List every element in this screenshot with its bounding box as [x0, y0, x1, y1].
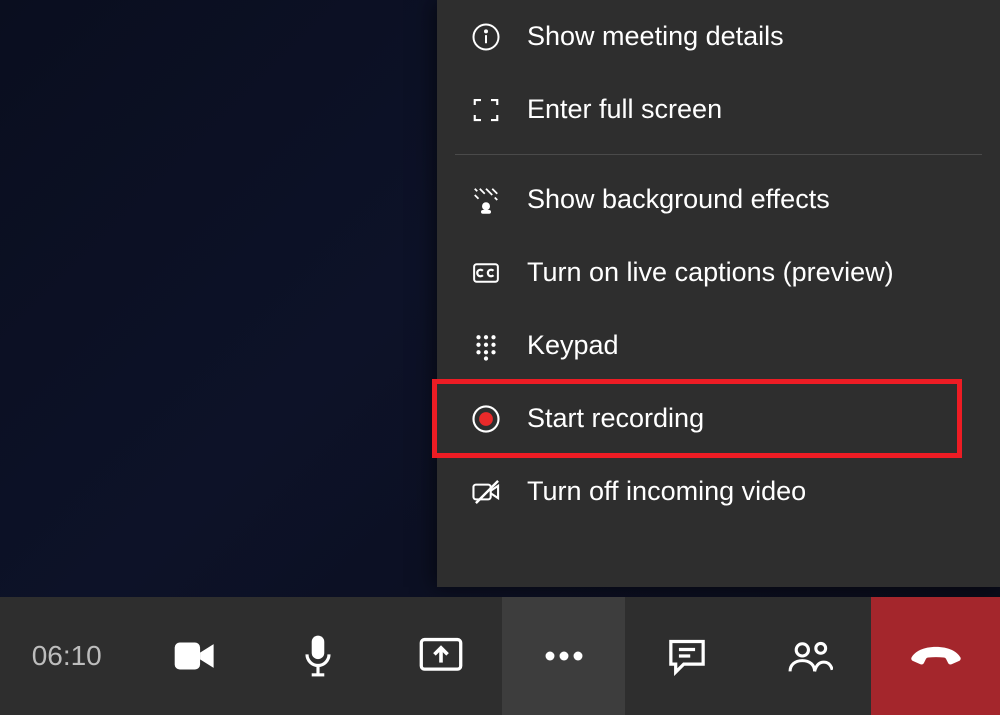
menu-item-meeting-details[interactable]: Show meeting details [437, 0, 1000, 73]
camera-button[interactable] [133, 597, 256, 715]
menu-item-live-captions[interactable]: Turn on live captions (preview) [437, 236, 1000, 309]
video-off-icon [471, 477, 515, 507]
toolbar-buttons [133, 597, 871, 715]
chat-button[interactable] [625, 597, 748, 715]
more-actions-button[interactable] [502, 597, 625, 715]
share-screen-icon [418, 636, 464, 676]
chat-icon [666, 636, 708, 676]
menu-item-label: Show meeting details [527, 21, 784, 52]
microphone-button[interactable] [256, 597, 379, 715]
menu-item-label: Turn off incoming video [527, 476, 806, 507]
menu-item-label: Keypad [527, 330, 619, 361]
menu-item-label: Show background effects [527, 184, 830, 215]
menu-item-fullscreen[interactable]: Enter full screen [437, 73, 1000, 146]
menu-item-label: Start recording [527, 403, 704, 434]
background-effects-icon [471, 185, 515, 215]
record-icon [471, 404, 515, 434]
menu-divider [455, 154, 982, 155]
menu-item-label: Turn on live captions (preview) [527, 257, 894, 288]
menu-item-background-effects[interactable]: Show background effects [437, 163, 1000, 236]
call-timer: 06:10 [0, 640, 133, 672]
microphone-icon [301, 634, 335, 678]
menu-item-start-recording[interactable]: Start recording [437, 382, 1000, 455]
info-icon [471, 22, 515, 52]
captions-icon [471, 258, 515, 288]
people-icon [787, 636, 833, 676]
menu-item-keypad[interactable]: Keypad [437, 309, 1000, 382]
people-button[interactable] [748, 597, 871, 715]
menu-item-turn-off-incoming-video[interactable]: Turn off incoming video [437, 455, 1000, 528]
menu-item-label: Enter full screen [527, 94, 722, 125]
hangup-button[interactable] [871, 597, 1000, 715]
keypad-icon [471, 331, 515, 361]
meeting-toolbar: 06:10 [0, 597, 1000, 715]
fullscreen-icon [471, 95, 515, 125]
more-actions-menu: Show meeting details Enter full screen S… [437, 0, 1000, 587]
share-button[interactable] [379, 597, 502, 715]
hangup-icon [910, 642, 962, 670]
more-icon [542, 649, 586, 663]
camera-icon [173, 638, 217, 674]
